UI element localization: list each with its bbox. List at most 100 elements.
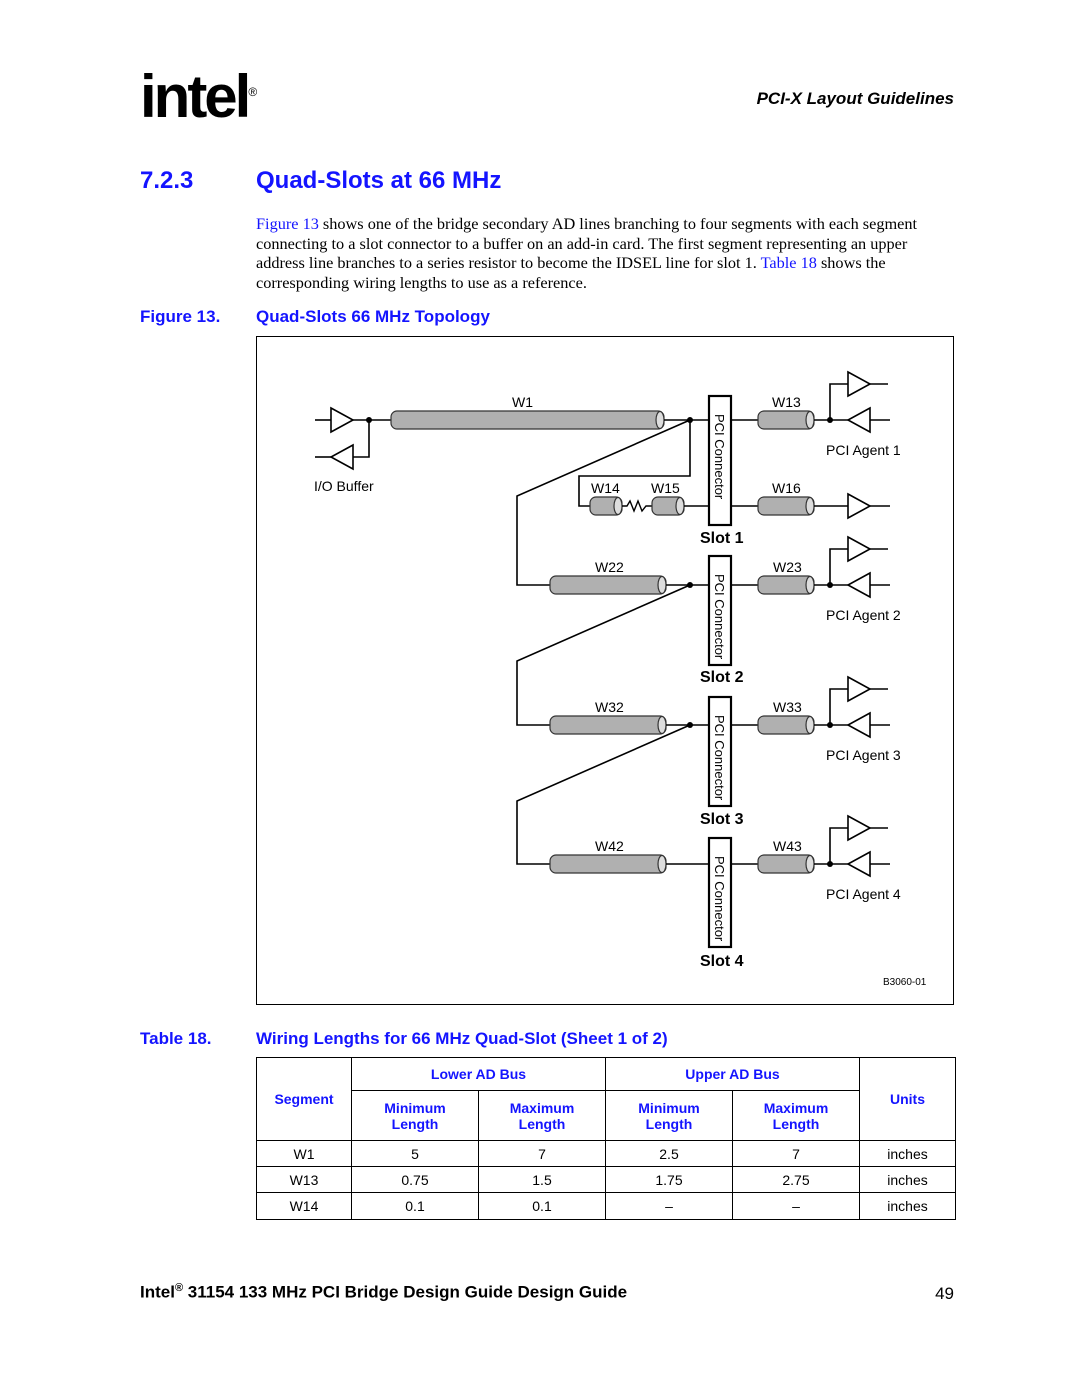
diagram-label: W1 — [512, 394, 533, 410]
col-min: Minimum Length — [384, 1099, 446, 1132]
buffer-icon — [846, 406, 871, 434]
segment-end — [805, 496, 815, 516]
wiring-lengths-table: Segment Lower AD Bus Upper AD Bus Units Min… — [256, 1057, 956, 1220]
wire — [829, 827, 848, 864]
wire — [829, 383, 848, 420]
diagram-label: PCI Agent 4 — [826, 886, 901, 902]
col-max: Maximum Length — [509, 1099, 575, 1132]
segment-end — [657, 575, 667, 595]
buffer-icon — [846, 711, 871, 739]
buffer-icon — [847, 492, 872, 520]
table-cell: W1 — [256, 1140, 352, 1167]
page-number: 49 — [935, 1284, 954, 1303]
table-label: Table 18. — [140, 1029, 212, 1048]
table-row: W1 5 7 2.5 7 inches — [256, 1140, 956, 1167]
segment-end — [657, 854, 667, 874]
table-cell: 1.5 — [478, 1166, 606, 1193]
table-cell: 2.75 — [732, 1166, 860, 1193]
wire — [353, 420, 370, 458]
diagram-label: W16 — [772, 480, 801, 496]
segment-end — [805, 715, 815, 735]
transmission-line-segment — [390, 410, 665, 430]
table-cell: inches — [859, 1166, 956, 1193]
col-units: Units — [859, 1057, 956, 1141]
diagram-label: Slot 2 — [700, 669, 744, 686]
wire — [829, 548, 848, 585]
buffer-icon — [847, 814, 872, 842]
col-max: Maximum Length — [763, 1099, 829, 1132]
table-row: W14 0.1 0.1– – inches — [256, 1192, 956, 1220]
figure-title: Quad-Slots 66 MHz Topology — [256, 307, 490, 326]
diagram-label: W14 — [591, 480, 620, 496]
table-cell: inches — [859, 1140, 956, 1167]
diagram-label: PCI Agent 3 — [826, 747, 901, 763]
diagram-label: PCI Connector — [712, 856, 727, 942]
diagram-label: B3060-01 — [883, 977, 927, 988]
topology-diagram: I/O Buffer W1 W14 W15 PCI Connector Slot 1 PCI… — [314, 370, 927, 988]
segment-end — [655, 410, 665, 430]
diagram-label: PCI Connector — [712, 414, 727, 500]
table-cell: 1.75 — [605, 1166, 733, 1193]
table-cell: 5 — [351, 1140, 479, 1167]
diagram-label: W22 — [595, 559, 624, 575]
running-title: PCI-X Layout Guidelines — [756, 89, 954, 108]
buffer-icon — [846, 850, 871, 878]
buffer-icon — [847, 370, 872, 398]
diagram-label: W42 — [595, 838, 624, 854]
col-upper: Upper AD Bus — [605, 1057, 860, 1091]
wire — [829, 688, 848, 725]
diagram-label: W23 — [773, 559, 802, 575]
table-title: Wiring Lengths for 66 MHz Quad-Slot (She… — [256, 1029, 668, 1048]
figure-label: Figure 13. — [140, 307, 221, 326]
diagram-label: PCI Connector — [712, 715, 727, 801]
table-cell: 0.75 — [351, 1166, 479, 1193]
buffer-icon — [847, 675, 872, 703]
table-cell: 0.1 — [478, 1192, 606, 1220]
section-number: 7.2.3 — [140, 167, 194, 194]
body-paragraph: Figure 13 shows one of the bridge second… — [256, 214, 956, 292]
diagram-label: I/O Buffer — [314, 478, 374, 494]
col-min: Minimum Length — [638, 1099, 700, 1132]
table-cell: 2.5 — [605, 1140, 733, 1167]
intel-logo: intel® — [140, 63, 258, 130]
segment-end — [805, 854, 815, 874]
diagram-label: PCI Connector — [712, 574, 727, 660]
segment-end — [675, 496, 685, 516]
table-cell: W13 — [256, 1166, 352, 1193]
segment-end — [613, 496, 623, 516]
transmission-line-segment — [549, 575, 667, 595]
document-page: intel® PCI-X Layout Guidelines 7.2.3 Qua… — [0, 0, 1080, 1397]
table-cell: 7 — [478, 1140, 606, 1167]
diagram-label: W32 — [595, 699, 624, 715]
segment-end — [805, 575, 815, 595]
figure-link[interactable]: Figure 13 — [256, 214, 319, 233]
segment-end — [805, 410, 815, 430]
table-cell: – — [605, 1192, 733, 1220]
transmission-line-segment — [549, 854, 667, 874]
table-cell: inches — [859, 1192, 956, 1220]
table-cell: – — [732, 1192, 860, 1220]
diagram-label: PCI Agent 1 — [826, 442, 901, 458]
diagram-label: W13 — [772, 394, 801, 410]
buffer-icon — [847, 535, 872, 563]
resistor-icon — [622, 499, 652, 513]
table-link[interactable]: Table 18 — [761, 253, 817, 272]
buffer-icon — [330, 406, 355, 434]
diagram-label: Slot 3 — [700, 811, 744, 828]
table-row: W13 0.75 1.5 1.75 2.75 inches — [256, 1166, 956, 1193]
diagram-label: W15 — [651, 480, 680, 496]
table-cell: 0.1 — [351, 1192, 479, 1220]
segment-end — [657, 715, 667, 735]
diagram-label: Slot 4 — [700, 953, 744, 970]
diagram-label: PCI Agent 2 — [826, 607, 901, 623]
buffer-icon — [846, 571, 871, 599]
footer-title: Intel® 31154 133 MHz PCI Bridge Design G… — [140, 1282, 628, 1302]
buffer-icon — [329, 443, 354, 471]
diagram-label: W43 — [773, 838, 802, 854]
transmission-line-segment — [549, 715, 667, 735]
section-title: Quad-Slots at 66 MHz — [256, 167, 502, 194]
col-segment: Segment — [256, 1057, 352, 1141]
diagram-label: W33 — [773, 699, 802, 715]
diagram-label: Slot 1 — [700, 530, 744, 547]
col-lower: Lower AD Bus — [351, 1057, 606, 1091]
